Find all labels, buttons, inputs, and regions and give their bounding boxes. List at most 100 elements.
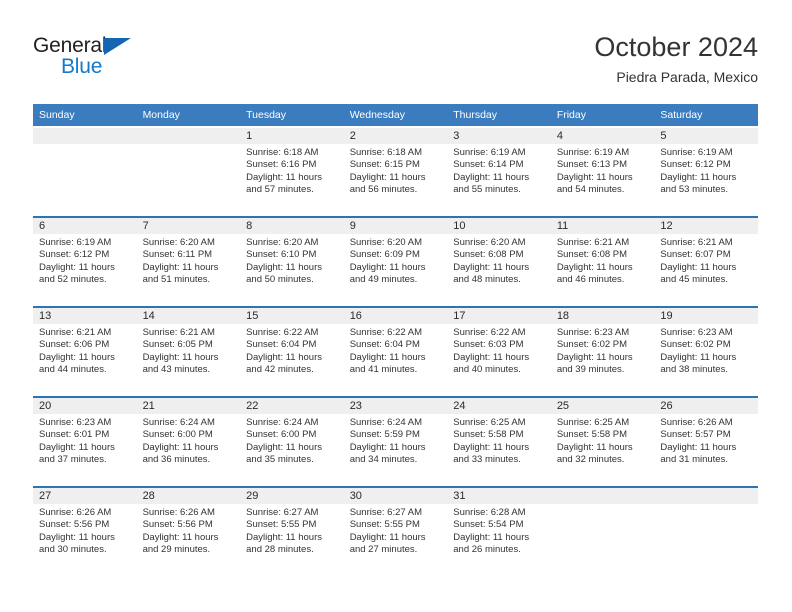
daylight-text: Daylight: 11 hours and 34 minutes. [349, 441, 426, 466]
daylight-text: Daylight: 11 hours and 27 minutes. [349, 531, 426, 556]
day-number: 24 [447, 398, 551, 414]
calendar-header-row: Sunday Monday Tuesday Wednesday Thursday Frid… [33, 104, 758, 127]
day-details: Sunrise: 6:18 AM Sunset: 6:15 PM Daylight:… [344, 144, 448, 197]
calendar-day-cell[interactable]: 10 Sunrise: 6:20 AM Sunset: 6:08 PM Dayligh… [447, 216, 551, 307]
calendar-day-cell[interactable]: 1 Sunrise: 6:18 AM Sunset: 6:16 PM Daylight… [240, 126, 344, 217]
calendar-day-cell[interactable]: 13 Sunrise: 6:21 AM Sunset: 6:06 PM Dayligh… [33, 306, 137, 397]
sunset-text: Sunset: 5:54 PM [453, 519, 524, 531]
calendar-day-cell[interactable]: 8 Sunrise: 6:20 AM Sunset: 6:10 PM Daylight… [240, 216, 344, 307]
day-details: Sunrise: 6:19 AM Sunset: 6:13 PM Daylight:… [551, 144, 655, 197]
sunrise-text: Sunrise: 6:23 AM [556, 327, 630, 338]
calendar-day-cell[interactable]: 26 Sunrise: 6:26 AM Sunset: 5:57 PM Dayligh… [654, 396, 758, 487]
calendar-day-cell[interactable]: 23 Sunrise: 6:24 AM Sunset: 5:59 PM Dayligh… [343, 396, 448, 487]
day-details: Sunrise: 6:22 AM Sunset: 6:04 PM Daylight:… [344, 324, 448, 377]
day-details: Sunrise: 6:19 AM Sunset: 6:12 PM Daylight:… [654, 144, 758, 197]
generalblue-logo[interactable]: General Blue [33, 34, 153, 80]
day-details: Sunrise: 6:25 AM Sunset: 5:58 PM Daylight:… [447, 414, 551, 467]
calendar-day-cell[interactable]: 20 Sunrise: 6:23 AM Sunset: 6:01 PM Dayligh… [33, 396, 137, 487]
calendar-day-cell[interactable]: 11 Sunrise: 6:21 AM Sunset: 6:08 PM Dayligh… [550, 216, 655, 307]
day-details: Sunrise: 6:23 AM Sunset: 6:01 PM Daylight:… [33, 414, 137, 467]
day-number: 10 [447, 218, 551, 234]
sunset-text: Sunset: 6:10 PM [246, 249, 317, 261]
calendar-day-cell[interactable]: 2 Sunrise: 6:18 AM Sunset: 6:15 PM Daylight… [343, 126, 448, 217]
daylight-text: Daylight: 11 hours and 41 minutes. [349, 351, 426, 376]
sunset-text: Sunset: 5:56 PM [142, 519, 213, 531]
sunrise-text: Sunrise: 6:21 AM [556, 237, 630, 248]
sunset-text: Sunset: 6:11 PM [142, 249, 213, 261]
daylight-text: Daylight: 11 hours and 44 minutes. [39, 351, 115, 376]
day-details: Sunrise: 6:27 AM Sunset: 5:55 PM Daylight:… [240, 504, 344, 557]
day-number: 15 [240, 308, 344, 324]
calendar-day-cell[interactable]: 15 Sunrise: 6:22 AM Sunset: 6:04 PM Dayligh… [240, 306, 344, 397]
calendar-day-cell[interactable]: 19 Sunrise: 6:23 AM Sunset: 6:02 PM Dayligh… [654, 306, 758, 397]
calendar-day-cell[interactable]: 3 Sunrise: 6:19 AM Sunset: 6:14 PM Daylight… [447, 126, 551, 217]
calendar-day-cell[interactable]: 14 Sunrise: 6:21 AM Sunset: 6:05 PM Dayligh… [136, 306, 241, 397]
daylight-text: Daylight: 11 hours and 42 minutes. [246, 351, 322, 376]
calendar-day-cell[interactable]: 29 Sunrise: 6:27 AM Sunset: 5:55 PM Dayligh… [240, 486, 344, 576]
sunset-text: Sunset: 6:00 PM [142, 429, 213, 441]
weekday-header-monday: Monday [136, 104, 241, 127]
day-details: Sunrise: 6:24 AM Sunset: 6:00 PM Daylight:… [240, 414, 344, 467]
sunrise-text: Sunrise: 6:23 AM [660, 327, 733, 338]
day-number [654, 488, 758, 504]
day-number: 11 [550, 218, 655, 234]
page-title: October 2024 [594, 32, 758, 62]
sunrise-text: Sunrise: 6:19 AM [556, 147, 630, 158]
calendar-day-cell[interactable]: 7 Sunrise: 6:20 AM Sunset: 6:11 PM Daylight… [136, 216, 241, 307]
calendar-day-cell[interactable]: 4 Sunrise: 6:19 AM Sunset: 6:13 PM Daylight… [550, 126, 655, 217]
sunrise-text: Sunrise: 6:26 AM [142, 507, 215, 518]
sunrise-text: Sunrise: 6:22 AM [453, 327, 526, 338]
daylight-text: Daylight: 11 hours and 29 minutes. [142, 531, 219, 556]
daylight-text: Daylight: 11 hours and 50 minutes. [246, 261, 322, 286]
day-details: Sunrise: 6:24 AM Sunset: 6:00 PM Daylight:… [137, 414, 241, 467]
sunrise-text: Sunrise: 6:26 AM [39, 507, 112, 518]
daylight-text: Daylight: 11 hours and 35 minutes. [246, 441, 322, 466]
calendar-day-cell[interactable]: 12 Sunrise: 6:21 AM Sunset: 6:07 PM Dayligh… [654, 216, 758, 307]
calendar-day-cell[interactable]: 5 Sunrise: 6:19 AM Sunset: 6:12 PM Daylight… [654, 126, 758, 217]
calendar-day-cell[interactable]: 6 Sunrise: 6:19 AM Sunset: 6:12 PM Daylight… [33, 216, 137, 307]
calendar-day-cell[interactable]: 17 Sunrise: 6:22 AM Sunset: 6:03 PM Dayligh… [447, 306, 551, 397]
day-details: Sunrise: 6:21 AM Sunset: 6:07 PM Daylight:… [654, 234, 758, 287]
day-number: 22 [240, 398, 344, 414]
day-number: 25 [550, 398, 655, 414]
calendar-day-cell[interactable]: 16 Sunrise: 6:22 AM Sunset: 6:04 PM Dayligh… [343, 306, 448, 397]
calendar-day-cell[interactable]: 22 Sunrise: 6:24 AM Sunset: 6:00 PM Dayligh… [240, 396, 344, 487]
daylight-text: Daylight: 11 hours and 46 minutes. [556, 261, 633, 286]
weekday-header-saturday: Saturday [654, 104, 758, 127]
calendar-day-cell-empty [136, 126, 241, 217]
calendar-day-cell[interactable]: 27 Sunrise: 6:26 AM Sunset: 5:56 PM Dayligh… [33, 486, 137, 576]
calendar-day-cell-empty [550, 486, 655, 576]
day-number: 21 [136, 398, 241, 414]
calendar-day-cell[interactable]: 31 Sunrise: 6:28 AM Sunset: 5:54 PM Dayligh… [447, 486, 551, 576]
calendar-day-cell[interactable]: 25 Sunrise: 6:25 AM Sunset: 5:58 PM Dayligh… [550, 396, 655, 487]
day-number: 1 [240, 128, 344, 144]
calendar-day-cell[interactable]: 18 Sunrise: 6:23 AM Sunset: 6:02 PM Dayligh… [550, 306, 655, 397]
day-details: Sunrise: 6:19 AM Sunset: 6:14 PM Daylight:… [447, 144, 551, 197]
day-number: 19 [654, 308, 758, 324]
sunrise-text: Sunrise: 6:27 AM [349, 507, 423, 518]
day-details: Sunrise: 6:20 AM Sunset: 6:10 PM Daylight:… [240, 234, 344, 287]
sunrise-text: Sunrise: 6:21 AM [142, 327, 215, 338]
calendar-day-cell[interactable]: 21 Sunrise: 6:24 AM Sunset: 6:00 PM Dayligh… [136, 396, 241, 487]
logo-triangle-icon [104, 38, 131, 55]
sunset-text: Sunset: 6:07 PM [660, 249, 731, 261]
day-details: Sunrise: 6:24 AM Sunset: 5:59 PM Daylight:… [344, 414, 448, 467]
sunrise-text: Sunrise: 6:20 AM [246, 237, 319, 248]
daylight-text: Daylight: 11 hours and 32 minutes. [556, 441, 633, 466]
calendar-day-cell[interactable]: 28 Sunrise: 6:26 AM Sunset: 5:56 PM Dayligh… [136, 486, 241, 576]
calendar-day-cell-empty [654, 486, 758, 576]
sunset-text: Sunset: 6:12 PM [660, 159, 731, 171]
calendar-table: Sunday Monday Tuesday Wednesday Thursday Frid… [33, 104, 758, 576]
daylight-text: Daylight: 11 hours and 31 minutes. [660, 441, 737, 466]
daylight-text: Daylight: 11 hours and 56 minutes. [349, 171, 426, 196]
sunrise-text: Sunrise: 6:18 AM [349, 147, 423, 158]
sunrise-text: Sunrise: 6:20 AM [453, 237, 526, 248]
day-number: 23 [343, 398, 448, 414]
day-number: 5 [654, 128, 758, 144]
calendar-day-cell[interactable]: 30 Sunrise: 6:27 AM Sunset: 5:55 PM Dayligh… [343, 486, 448, 576]
sunset-text: Sunset: 6:08 PM [453, 249, 524, 261]
sunset-text: Sunset: 5:58 PM [453, 429, 524, 441]
calendar-day-cell[interactable]: 24 Sunrise: 6:25 AM Sunset: 5:58 PM Dayligh… [447, 396, 551, 487]
calendar-day-cell[interactable]: 9 Sunrise: 6:20 AM Sunset: 6:09 PM Daylight… [343, 216, 448, 307]
day-details: Sunrise: 6:26 AM Sunset: 5:56 PM Daylight:… [137, 504, 241, 557]
